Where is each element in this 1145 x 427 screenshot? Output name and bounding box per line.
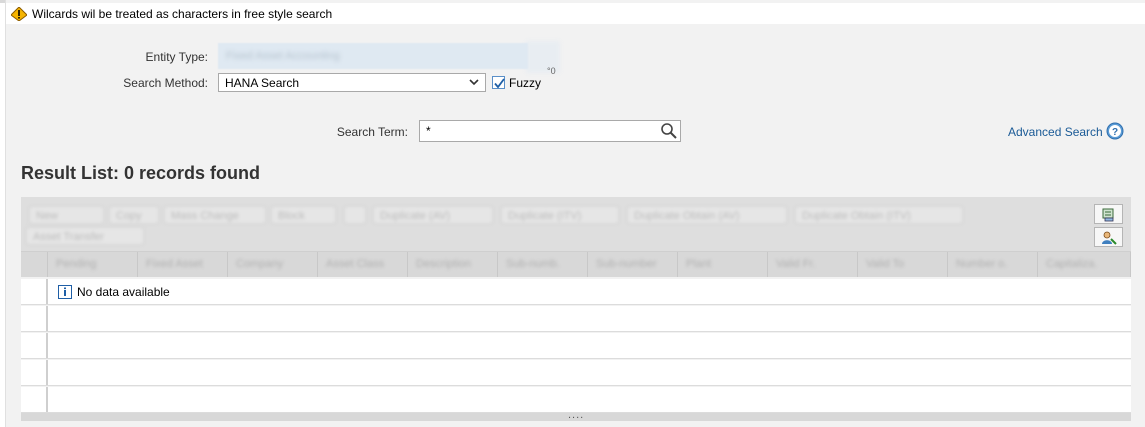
duplicate-obtain-av-button[interactable]: Duplicate Obtain (AV) [627, 206, 787, 224]
column-header[interactable]: Fixed Asset [138, 252, 228, 277]
search-icon[interactable] [660, 122, 678, 140]
toolbar-icon-button[interactable] [344, 206, 366, 224]
resize-mark: °0 [547, 66, 556, 76]
advanced-search-link[interactable]: Advanced Search [1008, 125, 1103, 139]
user-settings-icon [1102, 231, 1117, 245]
table-row [21, 360, 1131, 386]
new-button[interactable]: New [29, 206, 104, 224]
select-all-cell[interactable] [21, 252, 48, 277]
table-toolbar: New Copy Mass Change Block Duplicate (AV… [21, 197, 1131, 252]
column-header[interactable]: Sub-numb. [498, 252, 588, 277]
duplicate-itv-button[interactable]: Duplicate (ITV) [501, 206, 619, 224]
column-header[interactable]: Plant [678, 252, 768, 277]
export-icon [1102, 208, 1114, 222]
column-header[interactable]: Valid Fr. [768, 252, 858, 277]
table-header: Pending Fixed Asset Company Asset Class … [21, 252, 1131, 277]
resize-handle[interactable]: .... [21, 409, 1131, 421]
search-term-input[interactable]: * [419, 120, 681, 142]
info-icon [58, 285, 72, 299]
row-selector[interactable] [21, 360, 48, 385]
fuzzy-label: Fuzzy [509, 76, 542, 90]
help-icon[interactable]: ? [1106, 122, 1124, 140]
message-text: Wilcards wil be treated as characters in… [32, 7, 333, 21]
row-selector[interactable] [21, 306, 48, 331]
search-method-value: HANA Search [225, 76, 300, 90]
entity-type-value: Fixed Asset Accounting [226, 50, 340, 62]
column-header[interactable]: Description [408, 252, 498, 277]
personalize-button[interactable] [1094, 227, 1123, 247]
result-list-title: Result List: 0 records found [21, 163, 261, 183]
row-selector[interactable] [21, 387, 48, 412]
row-selector[interactable] [21, 333, 48, 358]
entity-type-label: Entity Type: [145, 50, 208, 64]
column-header[interactable]: Number o. [948, 252, 1038, 277]
warning-icon [11, 7, 27, 21]
entity-type-field[interactable]: Fixed Asset Accounting [218, 43, 528, 69]
checkmark-icon [494, 78, 505, 89]
column-header[interactable]: Company [228, 252, 318, 277]
no-data-text: No data available [77, 285, 170, 299]
search-term-label: Search Term: [336, 125, 408, 139]
search-term-value: * [426, 124, 431, 138]
table-row: No data available [21, 279, 1131, 305]
block-button[interactable]: Block [271, 206, 336, 224]
export-button[interactable] [1094, 204, 1123, 224]
column-header[interactable]: Valid To [858, 252, 948, 277]
row-selector[interactable] [21, 279, 48, 304]
column-header[interactable]: Sub-number [588, 252, 678, 277]
duplicate-av-button[interactable]: Duplicate (AV) [373, 206, 493, 224]
svg-text:?: ? [1112, 127, 1118, 138]
asset-transfer-button[interactable]: Asset Transfer [26, 227, 144, 245]
column-header[interactable]: Asset Class [318, 252, 408, 277]
mass-change-button[interactable]: Mass Change [164, 206, 266, 224]
column-header[interactable]: Pending [48, 252, 138, 277]
table-row [21, 333, 1131, 359]
search-method-label: Search Method: [123, 76, 208, 90]
column-header[interactable]: Capitaliza. [1038, 252, 1131, 277]
fuzzy-checkbox[interactable] [492, 76, 505, 89]
copy-button[interactable]: Copy [109, 206, 159, 224]
message-bar: Wilcards wil be treated as characters in… [6, 3, 1145, 24]
table-row [21, 306, 1131, 332]
grip-icon: .... [568, 409, 585, 421]
duplicate-obtain-itv-button[interactable]: Duplicate Obtain (ITV) [795, 206, 963, 224]
chevron-down-icon [469, 79, 479, 86]
search-method-select[interactable]: HANA Search [218, 73, 486, 92]
result-table: New Copy Mass Change Block Duplicate (AV… [21, 197, 1131, 421]
